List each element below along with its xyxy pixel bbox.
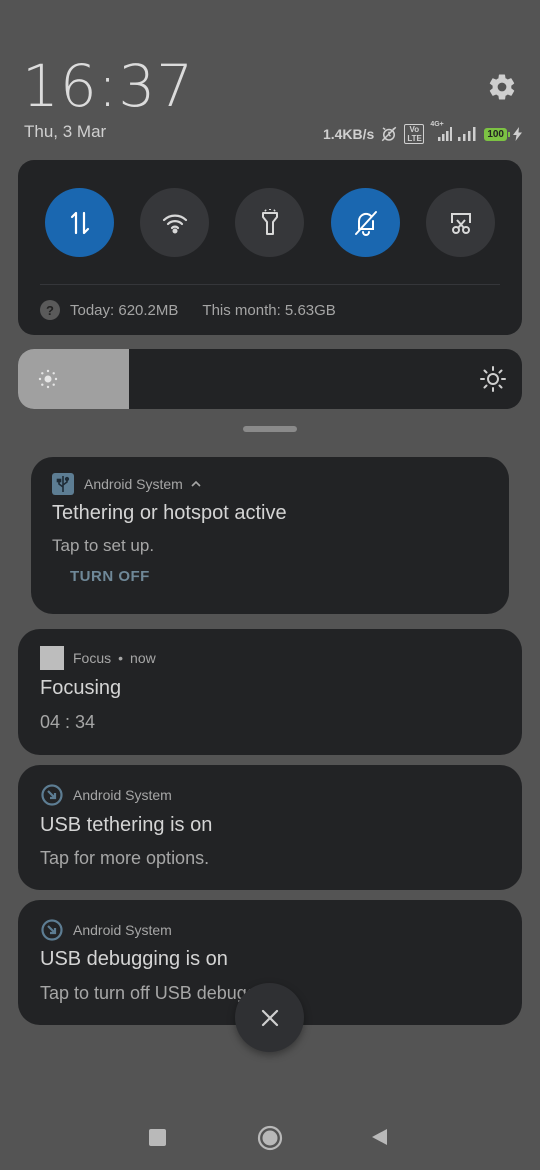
net-speed: 1.4KB/s [322,126,375,142]
wifi-icon [162,214,187,234]
silent-toggle[interactable] [331,188,400,257]
notification-title: Focusing [40,677,122,699]
network-type: 4G+ [430,121,444,128]
bell-off-icon [354,210,377,236]
notification-header: Android System [52,473,202,495]
notification-header: Android System [40,918,172,942]
brightness-fill [18,349,129,409]
notification-app: Focus [73,650,112,666]
notification-header: Android System [40,783,172,807]
notification-title: USB debugging is on [40,948,228,970]
notification-body: Tap for more options. [40,848,210,868]
notification-title: Tethering or hotspot active [52,502,287,524]
screenshot-toggle[interactable] [426,188,495,257]
brightness-high-icon [480,366,506,392]
quick-settings-panel: ? Today: 620.2MB This month: 5.63GB [18,160,522,335]
clock[interactable]: 16:37 [22,52,194,120]
notification-tethering[interactable]: Android System Tethering or hotspot acti… [31,457,509,614]
help-icon: ? [40,300,60,320]
wifi-toggle[interactable] [140,188,209,257]
notification-body: 04 : 34 [40,712,96,732]
android-system-icon [41,919,63,941]
alarm-off-icon [380,125,398,143]
home-button[interactable] [257,1125,283,1156]
battery-level: 100 [484,127,507,141]
signal-4g-icon: 4G+ [430,121,453,141]
data-arrows-icon [70,211,89,234]
notification-app: Android System [84,476,183,492]
flashlight-icon [261,208,278,235]
back-button[interactable] [370,1128,388,1151]
notification-focus[interactable]: Focus • now Focusing 04 : 34 [18,629,522,755]
clear-all-button[interactable] [235,983,304,1052]
notification-title: USB tethering is on [40,814,213,836]
data-usage[interactable]: ? Today: 620.2MB This month: 5.63GB [40,300,336,320]
notification-usb-tethering[interactable]: Android System USB tethering is on Tap f… [18,765,522,890]
focus-app-icon [40,646,64,670]
separator-dot: • [118,650,124,666]
gear-icon[interactable] [487,72,517,102]
notification-header: Focus • now [40,646,156,670]
android-system-icon [41,784,63,806]
back-icon [372,1129,387,1145]
status-bar: 1.4KB/s Vo LTE 4G+ 100 [322,121,522,144]
mobile-data-toggle[interactable] [45,188,114,257]
brightness-slider[interactable] [18,349,522,409]
chevron-up-icon[interactable] [190,479,202,489]
volte-icon: Vo LTE [404,124,425,144]
date[interactable]: Thu, 3 Mar [24,122,106,142]
notification-time: now [130,650,156,666]
usb-icon [52,473,74,495]
brightness-low-icon [38,369,58,389]
home-icon [257,1125,283,1151]
notification-app: Android System [73,922,172,938]
signal-icon [458,127,478,141]
divider [40,284,500,285]
usage-month: This month: 5.63GB [202,301,336,319]
battery-icon: 100 [484,127,522,141]
notification-app: Android System [73,787,172,803]
drag-handle[interactable] [243,426,297,432]
scissors-icon [450,212,471,234]
close-icon [261,1009,278,1026]
recents-button[interactable] [149,1129,166,1146]
turn-off-button[interactable]: TURN OFF [70,568,150,585]
flashlight-toggle[interactable] [235,188,304,257]
usage-today: Today: 620.2MB [70,301,179,319]
notification-body: Tap to set up. [52,536,155,555]
